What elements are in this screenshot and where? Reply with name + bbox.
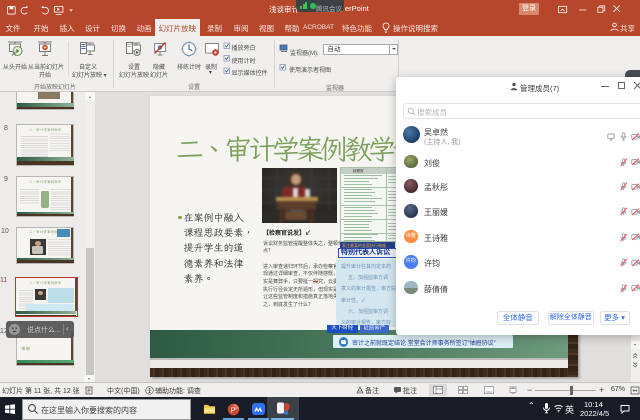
svg-text:P: P [231, 405, 236, 414]
